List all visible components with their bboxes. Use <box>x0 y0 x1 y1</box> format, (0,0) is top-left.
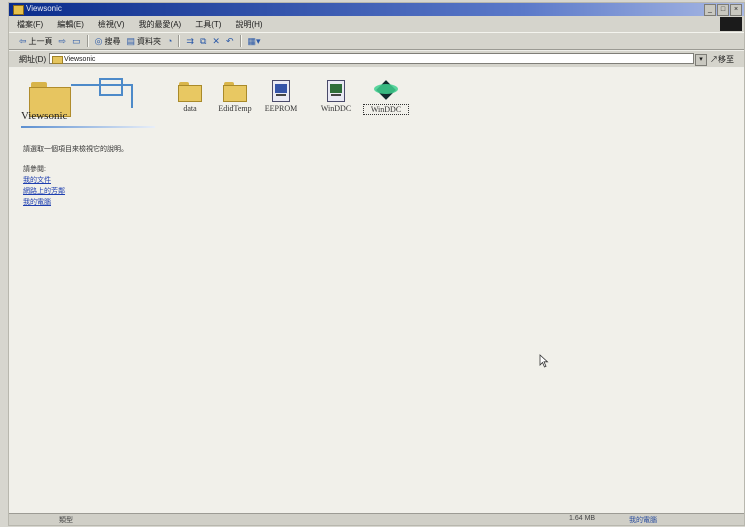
up-folder-button[interactable]: ▭ <box>72 36 81 47</box>
address-dropdown-button[interactable]: ▾ <box>695 54 707 66</box>
menu-bar: 檔案(F) 編輯(E) 檢視(V) 我的最愛(A) 工具(T) 說明(H) <box>9 16 744 32</box>
see-also-links: 我的文件 網路上的芳鄰 我的電腦 <box>23 175 65 207</box>
document-icon <box>272 80 290 102</box>
menu-tools[interactable]: 工具(T) <box>195 19 221 30</box>
webview-panel: Viewsonic 請選取一個項目來檢視它的說明。 請參閱: 我的文件 網路上的… <box>15 68 165 268</box>
link-my-computer[interactable]: 我的電腦 <box>23 197 65 207</box>
see-also-label: 請參閱: <box>23 166 46 173</box>
item-label: data <box>183 104 197 113</box>
back-label: 上一頁 <box>28 36 53 46</box>
panel-divider <box>21 126 155 128</box>
status-bar: 類型 1.64 MB 我的電腦 <box>9 513 744 525</box>
delete-button[interactable]: ✕ <box>212 36 220 47</box>
title-bar: Viewsonic _ □ × <box>9 3 744 16</box>
status-text: 類型 <box>59 517 73 524</box>
banner-decoration <box>99 78 123 96</box>
folder-icon <box>52 56 63 64</box>
toolbar: ⇦ 上一頁 ⇨ ▭ ◎ 搜尋 ▤ 資料夾 ◔ ⇉ ⧉ ✕ ↶ ▦▾ <box>9 32 744 50</box>
go-arrow-icon: ↗ <box>710 55 718 64</box>
menu-favorites[interactable]: 我的最愛(A) <box>139 19 182 30</box>
views-icon: ▦▾ <box>247 35 261 46</box>
undo-icon: ↶ <box>225 35 234 46</box>
menu-edit[interactable]: 編輯(E) <box>57 19 84 30</box>
file-item-data[interactable]: data <box>167 82 213 113</box>
folder-icon <box>178 82 202 102</box>
close-button[interactable]: × <box>730 4 742 16</box>
windows-logo-icon <box>720 17 742 31</box>
move-to-icon: ⇉ <box>186 35 194 46</box>
minimize-button[interactable]: _ <box>704 4 716 16</box>
toolbar-separator <box>178 35 181 47</box>
search-icon: ◎ <box>94 35 103 46</box>
forward-button[interactable]: ⇨ <box>59 36 67 47</box>
menu-view[interactable]: 檢視(V) <box>98 19 125 30</box>
mouse-cursor-icon <box>539 354 549 368</box>
status-size: 1.64 MB <box>569 515 596 522</box>
large-folder-icon <box>29 80 71 117</box>
item-label: WinDDC <box>320 104 352 113</box>
folder-icon <box>223 82 247 102</box>
search-label: 搜尋 <box>104 36 121 46</box>
item-label: EEPROM <box>264 104 298 113</box>
window-title: Viewsonic <box>26 4 62 13</box>
toolbar-separator <box>86 35 89 47</box>
menu-help[interactable]: 說明(H) <box>235 19 262 30</box>
screen: Viewsonic _ □ × 檔案(F) 編輯(E) 檢視(V) 我的最愛(A… <box>8 2 745 526</box>
window-controls: _ □ × <box>704 4 742 16</box>
address-value: Viewsonic <box>64 56 96 63</box>
file-item-winddc-app[interactable]: WinDDC <box>363 78 409 115</box>
item-label: EdidTemp <box>218 104 252 113</box>
views-button[interactable]: ▦▾ <box>248 36 261 47</box>
up-folder-icon: ▭ <box>72 35 81 46</box>
folder-icon <box>13 5 24 15</box>
link-network-places[interactable]: 網路上的芳鄰 <box>23 186 65 196</box>
status-location: 我的電腦 <box>629 517 657 524</box>
copy-to-button[interactable]: ⧉ <box>200 36 206 47</box>
file-item-edidtemp[interactable]: EdidTemp <box>212 82 258 113</box>
address-label: 網址(D) <box>19 54 47 64</box>
go-label: 移至 <box>718 55 734 64</box>
file-item-eeprom[interactable]: EEPROM <box>258 80 304 113</box>
file-item-winddc[interactable]: WinDDC <box>313 80 359 113</box>
panel-title: Viewsonic <box>21 110 68 122</box>
item-label: WinDDC <box>363 104 409 115</box>
undo-button[interactable]: ↶ <box>226 36 234 47</box>
go-button[interactable]: ↗移至 <box>710 54 734 65</box>
back-arrow-icon: ⇦ <box>19 35 27 46</box>
folders-button[interactable]: ▤ 資料夾 <box>126 36 161 47</box>
ddc-app-icon <box>374 78 398 102</box>
forward-arrow-icon: ⇨ <box>58 35 67 46</box>
history-button[interactable]: ◔ <box>167 36 172 46</box>
folders-label: 資料夾 <box>136 36 161 46</box>
address-bar: 網址(D) Viewsonic ▾ ↗移至 <box>9 51 744 67</box>
toolbar-separator <box>239 35 242 47</box>
menu-file[interactable]: 檔案(F) <box>17 19 43 30</box>
folder-view: Viewsonic 請選取一個項目來檢視它的說明。 請參閱: 我的文件 網路上的… <box>9 68 744 513</box>
maximize-button[interactable]: □ <box>717 4 729 16</box>
history-icon: ◔ <box>166 36 173 46</box>
panel-description: 請選取一個項目來檢視它的說明。 <box>23 146 128 153</box>
document-icon <box>327 80 345 102</box>
address-input[interactable]: Viewsonic <box>49 53 694 64</box>
link-my-documents[interactable]: 我的文件 <box>23 175 65 185</box>
back-button[interactable]: ⇦ 上一頁 <box>19 36 53 47</box>
delete-icon: ✕ <box>212 35 220 46</box>
move-to-button[interactable]: ⇉ <box>186 36 194 47</box>
folders-icon: ▤ <box>126 35 135 46</box>
copy-to-icon: ⧉ <box>199 35 207 46</box>
search-button[interactable]: ◎ 搜尋 <box>95 36 121 47</box>
